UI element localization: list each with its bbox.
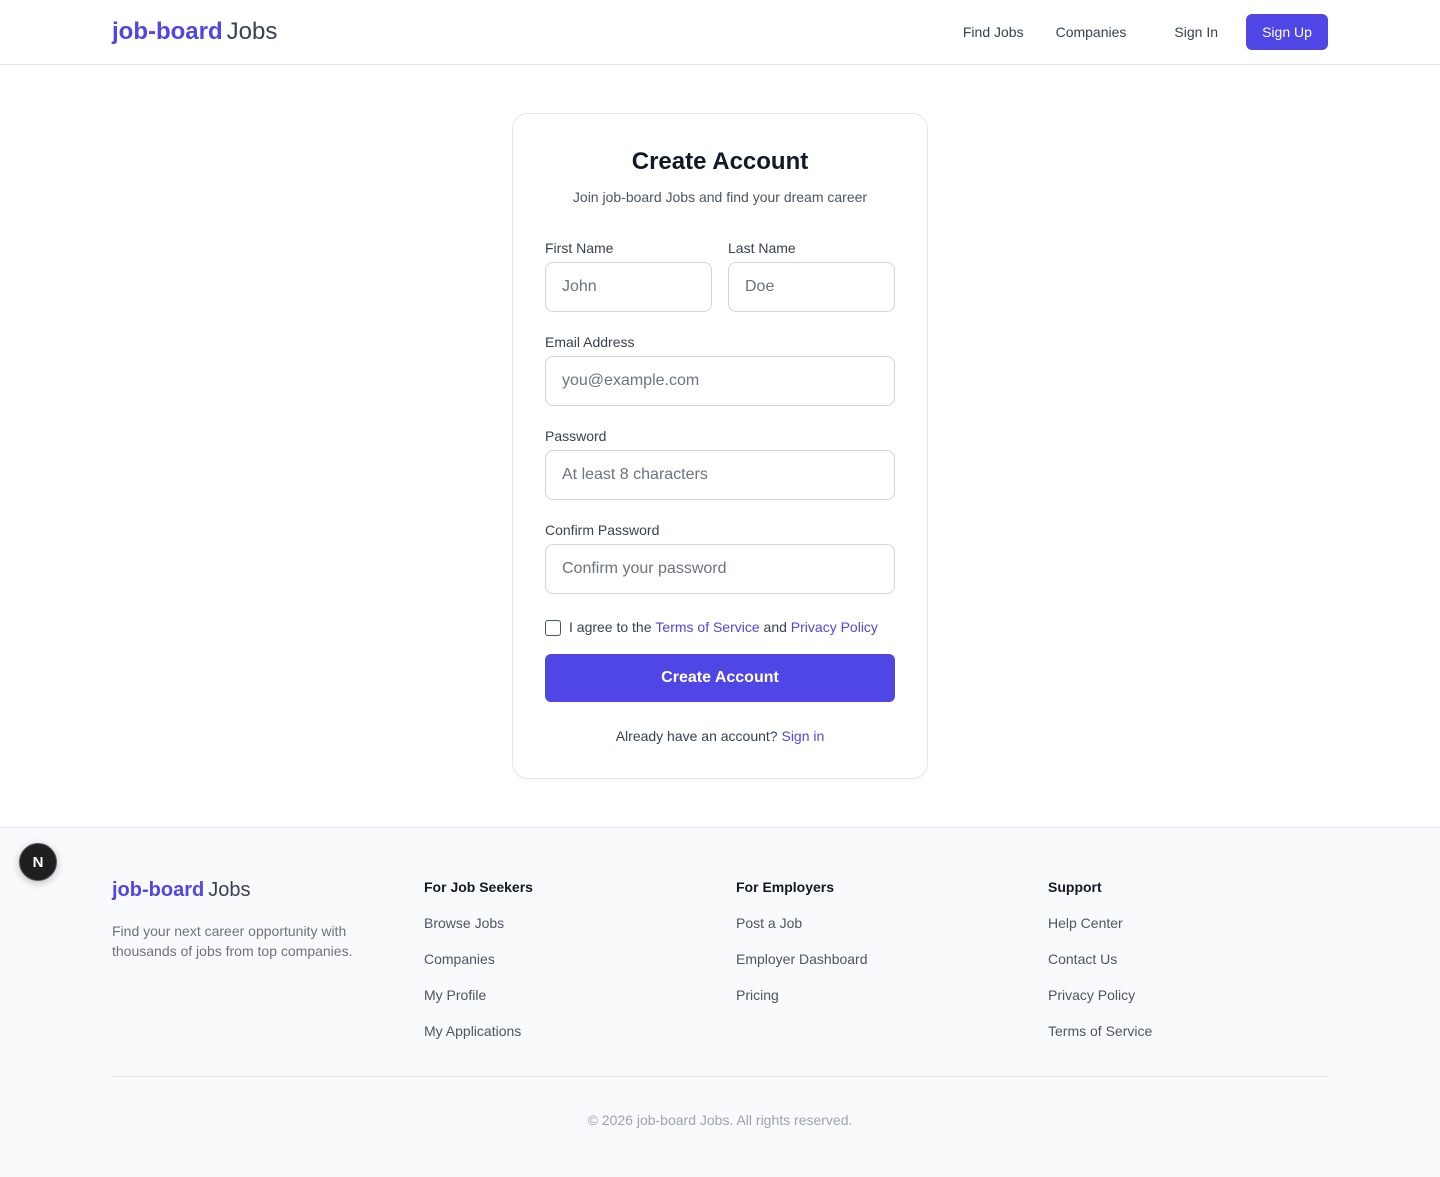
footer-logo[interactable]: job-board Jobs <box>112 879 250 902</box>
form-title: Create Account <box>631 148 809 175</box>
terms-of-service-link[interactable]: Terms of Service <box>655 619 759 635</box>
n-badge-label: N <box>32 853 44 871</box>
footer-divider <box>112 1076 1328 1077</box>
sign-in-link[interactable]: Sign in <box>781 728 824 744</box>
first-name-label: First Name <box>545 240 614 256</box>
footer-link-terms-of-service[interactable]: Terms of Service <box>1048 1023 1152 1039</box>
signin-prompt-text: Already have an account? <box>615 728 778 744</box>
last-name-input[interactable] <box>728 262 895 312</box>
footer-link-privacy-policy[interactable]: Privacy Policy <box>1048 987 1152 1003</box>
email-label: Email Address <box>545 334 635 350</box>
footer-column-title: For Job Seekers <box>424 879 533 895</box>
logo-suffix: Jobs <box>226 18 278 45</box>
last-name-label: Last Name <box>728 240 796 256</box>
footer-logo-suffix: Jobs <box>208 879 251 901</box>
sign-up-button[interactable]: Sign Up <box>1246 14 1328 50</box>
footer-link-contact-us[interactable]: Contact Us <box>1048 951 1152 967</box>
footer-column-employers: For Employers Post a Job Employer Dashbo… <box>736 879 868 1023</box>
footer-link-companies[interactable]: Companies <box>424 951 533 967</box>
site-logo[interactable]: job-board Jobs <box>112 17 277 47</box>
logo-brand: job-board <box>112 18 223 45</box>
form-subtitle: Join job-board Jobs and find your dream … <box>572 189 868 205</box>
password-label: Password <box>545 428 607 444</box>
nav-sign-in[interactable]: Sign In <box>1174 24 1218 40</box>
n-logo-icon[interactable]: N <box>19 843 57 881</box>
first-name-input[interactable] <box>545 262 712 312</box>
confirm-password-input[interactable] <box>545 544 895 594</box>
footer-link-my-profile[interactable]: My Profile <box>424 987 533 1003</box>
footer-link-post-job[interactable]: Post a Job <box>736 915 868 931</box>
footer-column-support: Support Help Center Contact Us Privacy P… <box>1048 879 1152 1059</box>
password-input[interactable] <box>545 450 895 500</box>
confirm-password-label: Confirm Password <box>545 522 660 538</box>
footer-column-title: For Employers <box>736 879 835 895</box>
terms-agreement: I agree to the Terms of Service and Priv… <box>545 617 878 636</box>
footer-link-pricing[interactable]: Pricing <box>736 987 868 1003</box>
create-account-button[interactable]: Create Account <box>545 654 895 702</box>
footer-link-help-center[interactable]: Help Center <box>1048 915 1152 931</box>
footer-column-title: Support <box>1048 879 1102 895</box>
terms-prefix: I agree to the <box>569 618 652 635</box>
footer-column-job-seekers: For Job Seekers Browse Jobs Companies My… <box>424 879 533 1059</box>
nav-companies[interactable]: Companies <box>1056 24 1127 40</box>
email-input[interactable] <box>545 356 895 406</box>
terms-and: and <box>763 618 787 635</box>
footer-logo-brand: job-board <box>112 879 205 901</box>
privacy-policy-link[interactable]: Privacy Policy <box>791 619 878 635</box>
main-nav: Find Jobs Companies Sign In Sign Up <box>963 14 1328 50</box>
create-account-card: Create Account Join job-board Jobs and f… <box>512 113 928 779</box>
site-header: job-board Jobs Find Jobs Companies Sign I… <box>0 0 1440 65</box>
site-footer: job-board Jobs Find your next career oppo… <box>0 827 1440 1177</box>
nav-find-jobs[interactable]: Find Jobs <box>963 24 1024 40</box>
footer-link-employer-dashboard[interactable]: Employer Dashboard <box>736 951 868 967</box>
footer-description: Find your next career opportunity with t… <box>112 923 353 959</box>
footer-link-browse-jobs[interactable]: Browse Jobs <box>424 915 533 931</box>
footer-copyright: © 2026 job-board Jobs. All rights reserv… <box>587 1112 853 1128</box>
signin-prompt: Already have an account? Sign in <box>513 728 927 744</box>
terms-checkbox[interactable] <box>545 620 561 636</box>
footer-link-my-applications[interactable]: My Applications <box>424 1023 533 1039</box>
